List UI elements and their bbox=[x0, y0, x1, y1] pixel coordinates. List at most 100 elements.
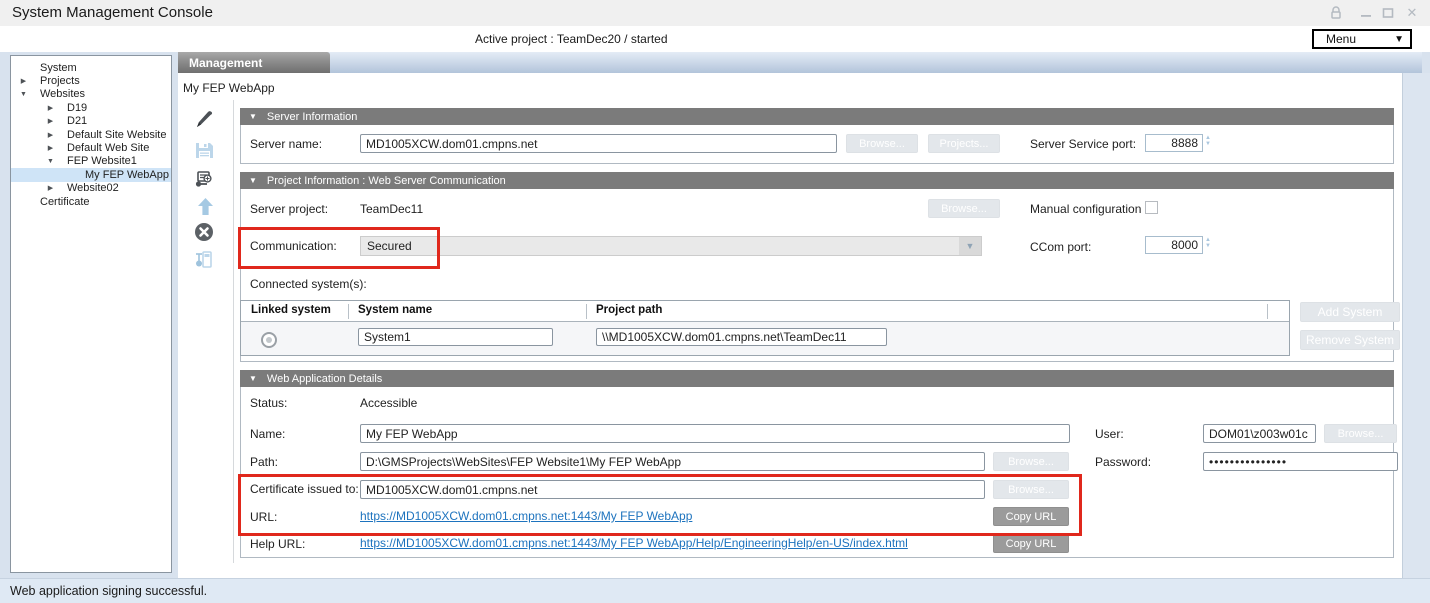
help-url-link[interactable]: https://MD1005XCW.dom01.cmpns.net:1443/M… bbox=[360, 536, 908, 550]
tree-item-certificate[interactable]: Certificate bbox=[11, 195, 171, 208]
deploy-icon[interactable] bbox=[193, 249, 215, 271]
section-header-server-information[interactable]: ▼ Server Information bbox=[240, 108, 1394, 125]
tree-item-system[interactable]: System bbox=[11, 61, 171, 74]
collapse-icon[interactable]: ▼ bbox=[249, 176, 257, 185]
system-name-input[interactable]: System1 bbox=[358, 328, 553, 346]
expand-icon[interactable]: ▶ bbox=[45, 131, 56, 139]
tree-item-default-site-website[interactable]: ▶Default Site Website bbox=[11, 128, 171, 141]
manual-config-label: Manual configuration bbox=[1030, 202, 1141, 216]
expand-icon[interactable]: ▶ bbox=[18, 77, 29, 85]
user-browse-button[interactable]: Browse... bbox=[1324, 424, 1397, 443]
copy-url-button[interactable]: Copy URL bbox=[993, 507, 1069, 526]
tree-item-websites[interactable]: ▼Websites bbox=[11, 88, 171, 101]
spin-down-icon: ▼ bbox=[1205, 141, 1211, 147]
collapse-icon[interactable]: ▼ bbox=[18, 91, 29, 98]
menu-label: Menu bbox=[1326, 32, 1394, 46]
spin-down-icon: ▼ bbox=[1205, 243, 1211, 249]
user-input[interactable]: DOM01\z003w01c bbox=[1203, 424, 1316, 443]
webapp-url-link[interactable]: https://MD1005XCW.dom01.cmpns.net:1443/M… bbox=[360, 509, 692, 523]
minimize-button[interactable] bbox=[1356, 4, 1376, 22]
server-name-label: Server name: bbox=[250, 137, 322, 151]
section-header-project-information[interactable]: ▼ Project Information : Web Server Commu… bbox=[240, 172, 1394, 189]
close-button[interactable]: ✕ bbox=[1402, 4, 1422, 22]
toolbar-separator bbox=[233, 100, 234, 563]
communication-value: Secured bbox=[367, 239, 959, 253]
table-header-row: Linked system System name Project path bbox=[241, 301, 1289, 322]
menu-dropdown[interactable]: Menu ▼ bbox=[1312, 29, 1412, 49]
col-system-name: System name bbox=[358, 304, 432, 316]
password-label: Password: bbox=[1095, 455, 1151, 469]
server-project-value: TeamDec11 bbox=[360, 202, 423, 216]
remove-system-button[interactable]: Remove System bbox=[1300, 330, 1400, 350]
chevron-down-icon: ▼ bbox=[1394, 34, 1404, 45]
window-title: System Management Console bbox=[12, 4, 213, 21]
help-url-label: Help URL: bbox=[250, 537, 305, 551]
active-project-label: Active project : TeamDec20 / started bbox=[475, 32, 668, 46]
name-label: Name: bbox=[250, 427, 285, 441]
password-input[interactable]: ••••••••••••••• bbox=[1203, 452, 1398, 471]
name-input[interactable]: My FEP WebApp bbox=[360, 424, 1070, 443]
service-port-stepper[interactable]: ▲▼ bbox=[1205, 135, 1211, 147]
server-project-label: Server project: bbox=[250, 202, 328, 216]
status-message: Web application signing successful. bbox=[10, 584, 207, 598]
upload-icon[interactable] bbox=[194, 196, 216, 218]
collapse-icon[interactable]: ▼ bbox=[45, 158, 56, 165]
manual-config-checkbox[interactable] bbox=[1145, 201, 1158, 214]
copy-help-url-button[interactable]: Copy URL bbox=[993, 534, 1069, 553]
communication-label: Communication: bbox=[250, 239, 337, 253]
tree-item-website02[interactable]: ▶Website02 bbox=[11, 182, 171, 195]
status-value: Accessible bbox=[360, 396, 417, 410]
connected-systems-label: Connected system(s): bbox=[250, 277, 367, 291]
tree-item-fep-website1[interactable]: ▼FEP Website1 bbox=[11, 155, 171, 168]
ccom-port-label: CCom port: bbox=[1030, 240, 1091, 254]
project-browse-button[interactable]: Browse... bbox=[928, 199, 1000, 218]
connected-systems-table: Linked system System name Project path S… bbox=[240, 300, 1290, 356]
projects-button[interactable]: Projects... bbox=[928, 134, 1000, 153]
project-path-input[interactable]: \\MD1005XCW.dom01.cmpns.net\TeamDec11 bbox=[596, 328, 887, 346]
tab-strip: Management bbox=[178, 52, 1422, 73]
linked-system-radio[interactable] bbox=[261, 332, 277, 348]
server-browse-button[interactable]: Browse... bbox=[846, 134, 918, 153]
status-bar: Web application signing successful. bbox=[0, 578, 1430, 603]
service-port-input[interactable]: 8888 bbox=[1145, 134, 1203, 152]
certificate-browse-button[interactable]: Browse... bbox=[993, 480, 1069, 499]
path-browse-button[interactable]: Browse... bbox=[993, 452, 1069, 471]
lock-icon bbox=[1326, 4, 1346, 22]
certificate-icon[interactable] bbox=[192, 168, 214, 190]
col-project-path: Project path bbox=[596, 304, 662, 316]
certificate-input[interactable]: MD1005XCW.dom01.cmpns.net bbox=[360, 480, 985, 499]
collapse-icon[interactable]: ▼ bbox=[249, 112, 257, 121]
add-system-button[interactable]: Add System bbox=[1300, 302, 1400, 322]
tree-item-default-web-site[interactable]: ▶Default Web Site bbox=[11, 141, 171, 154]
url-label: URL: bbox=[250, 510, 277, 524]
sign-icon[interactable] bbox=[193, 108, 215, 130]
section-header-web-app-details[interactable]: ▼ Web Application Details bbox=[240, 370, 1394, 387]
breadcrumb: My FEP WebApp bbox=[183, 81, 275, 95]
chevron-down-icon[interactable]: ▼ bbox=[959, 237, 981, 255]
certificate-label: Certificate issued to: bbox=[250, 482, 359, 496]
ccom-port-input[interactable]: 8000 bbox=[1145, 236, 1203, 254]
stop-icon[interactable] bbox=[193, 221, 215, 243]
expand-icon[interactable]: ▶ bbox=[45, 184, 56, 192]
server-name-input[interactable]: MD1005XCW.dom01.cmpns.net bbox=[360, 134, 837, 153]
expand-icon[interactable]: ▶ bbox=[45, 104, 56, 112]
maximize-button[interactable] bbox=[1378, 4, 1398, 22]
tree-item-d21[interactable]: ▶D21 bbox=[11, 115, 171, 128]
navigation-tree: System ▶Projects ▼Websites ▶D19 ▶D21 ▶De… bbox=[10, 55, 172, 573]
communication-dropdown[interactable]: Secured ▼ bbox=[360, 236, 982, 256]
header-strip bbox=[0, 26, 1430, 52]
tree-item-d19[interactable]: ▶D19 bbox=[11, 101, 171, 114]
collapse-icon[interactable]: ▼ bbox=[249, 374, 257, 383]
tab-management[interactable]: Management bbox=[178, 52, 330, 73]
expand-icon[interactable]: ▶ bbox=[45, 144, 56, 152]
save-icon[interactable] bbox=[193, 139, 215, 161]
tree-item-projects[interactable]: ▶Projects bbox=[11, 74, 171, 87]
system-management-console-window: System Management Console ✕ Active proje… bbox=[0, 0, 1430, 603]
tree-item-my-fep-webapp[interactable]: My FEP WebApp bbox=[11, 168, 171, 181]
title-bar: System Management Console ✕ bbox=[0, 0, 1430, 26]
right-margin-strip bbox=[1402, 73, 1430, 578]
user-label: User: bbox=[1095, 427, 1124, 441]
path-input[interactable]: D:\GMSProjects\WebSites\FEP Website1\My … bbox=[360, 452, 985, 471]
ccom-port-stepper[interactable]: ▲▼ bbox=[1205, 237, 1211, 249]
expand-icon[interactable]: ▶ bbox=[45, 117, 56, 125]
